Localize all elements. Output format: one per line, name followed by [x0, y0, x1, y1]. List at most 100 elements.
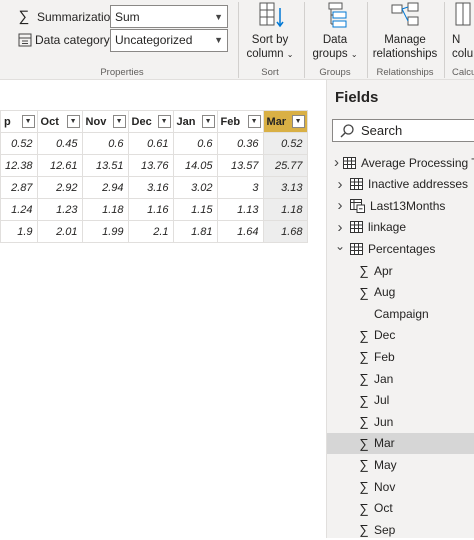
chevron-right-icon[interactable]: ›	[334, 219, 346, 236]
table-cell[interactable]: 2.01	[36, 220, 83, 243]
table-cell[interactable]: 1.15	[172, 198, 218, 221]
field-item-apr[interactable]: ∑ Apr	[327, 260, 474, 281]
table-icon	[350, 221, 363, 234]
sigma-icon: ∑	[359, 457, 369, 473]
table-cell[interactable]: 0.6	[172, 132, 218, 155]
sort-by-column-label-1: Sort by	[251, 34, 289, 46]
table-cell[interactable]: 3.13	[262, 176, 308, 199]
column-header-sep[interactable]: p ▼	[0, 110, 38, 133]
column-header-oct[interactable]: Oct ▼	[36, 110, 83, 133]
table-cell[interactable]: 2.92	[36, 176, 83, 199]
table-row: 0.52 0.45 0.6 0.61 0.6 0.36 0.52	[0, 132, 308, 155]
field-table-last13months[interactable]: › Last13Months	[327, 195, 474, 216]
filter-dropdown-icon[interactable]: ▼	[247, 115, 261, 128]
fields-search-input[interactable]: Search	[332, 119, 474, 142]
table-cell[interactable]: 1.18	[262, 198, 308, 221]
table-cell[interactable]: 1.81	[172, 220, 218, 243]
field-item-mar[interactable]: ∑ Mar	[327, 432, 474, 454]
table-row: 1.24 1.23 1.18 1.16 1.15 1.13 1.18	[0, 198, 308, 221]
table-cell[interactable]: 2.94	[81, 176, 129, 199]
sigma-icon: ∑	[18, 8, 30, 25]
column-header-nov[interactable]: Nov ▼	[81, 110, 129, 133]
table-cell[interactable]: 14.05	[172, 154, 218, 177]
field-table-linkage[interactable]: › linkage	[327, 217, 474, 238]
table-cell[interactable]: 13.51	[81, 154, 129, 177]
table-cell[interactable]: 1.16	[127, 198, 174, 221]
group-label-relationships: Relationships	[376, 67, 434, 78]
table-cell[interactable]: 0.52	[0, 132, 38, 155]
field-item-label: Nov	[374, 479, 396, 494]
table-cell[interactable]: 3.16	[127, 176, 174, 199]
chevron-right-icon[interactable]: ›	[334, 197, 346, 214]
table-cell[interactable]: 13.76	[127, 154, 174, 177]
filter-dropdown-icon[interactable]: ▼	[201, 115, 215, 128]
table-cell[interactable]: 12.61	[36, 154, 83, 177]
column-header-jan[interactable]: Jan ▼	[172, 110, 218, 133]
table-cell[interactable]: 1.13	[216, 198, 264, 221]
field-item-label: Apr	[374, 263, 393, 278]
field-item-oct[interactable]: ∑ Oct	[327, 498, 474, 519]
field-table-inactive-addresses[interactable]: › Inactive addresses	[327, 174, 474, 195]
field-item-label: May	[374, 457, 397, 472]
field-table-average-processing-tim[interactable]: › Average Processing Tim	[327, 152, 474, 173]
field-item-aug[interactable]: ∑ Aug	[327, 282, 474, 303]
column-header-feb[interactable]: Feb ▼	[216, 110, 264, 133]
field-item-jul[interactable]: ∑ Jul	[327, 390, 474, 411]
table-cell[interactable]: 0.61	[127, 132, 174, 155]
table-cell[interactable]: 25.77	[262, 154, 308, 177]
field-table-percentages[interactable]: ⌄ Percentages	[327, 238, 474, 259]
field-item-feb[interactable]: ∑ Feb	[327, 346, 474, 367]
chevron-down-icon[interactable]: ⌄	[334, 239, 346, 253]
ribbon-divider	[304, 2, 305, 78]
table-cell[interactable]: 1.68	[262, 220, 308, 243]
column-header-dec[interactable]: Dec ▼	[127, 110, 174, 133]
field-item-label: Sep	[374, 522, 396, 537]
field-item-dec[interactable]: ∑ Dec	[327, 325, 474, 346]
table-cell[interactable]: 1.99	[81, 220, 129, 243]
table-cell[interactable]: 1.9	[0, 220, 38, 243]
table-cell[interactable]: 0.6	[81, 132, 129, 155]
field-item-jan[interactable]: ∑ Jan	[327, 368, 474, 389]
table-cell[interactable]: 12.38	[0, 154, 38, 177]
table-cell[interactable]: 3	[216, 176, 264, 199]
table-cell[interactable]: 3.02	[172, 176, 218, 199]
new-column-button[interactable]: N colu	[452, 0, 474, 61]
table-cell[interactable]: 13.57	[216, 154, 264, 177]
table-row: 12.38 12.61 13.51 13.76 14.05 13.57 25.7…	[0, 154, 308, 177]
field-table-label: Average Processing Tim	[361, 155, 474, 170]
chevron-right-icon[interactable]: ›	[334, 154, 339, 171]
table-header-row: p ▼ Oct ▼ Nov ▼ Dec ▼ Jan ▼ Feb ▼ Mar ▼	[0, 110, 308, 133]
data-groups-button[interactable]: Data groups ⌄	[308, 0, 362, 62]
field-item-campaign[interactable]: Campaign	[327, 303, 474, 324]
table-cell[interactable]: 1.64	[216, 220, 264, 243]
field-item-may[interactable]: ∑ May	[327, 454, 474, 475]
field-item-nov[interactable]: ∑ Nov	[327, 476, 474, 497]
chevron-down-icon: ⌄	[350, 50, 358, 59]
sort-by-column-label-2-wrap: column ⌄	[247, 47, 294, 62]
manage-relationships-button[interactable]: Manage relationships	[370, 0, 440, 61]
table-cell[interactable]: 1.24	[0, 198, 38, 221]
table-cell[interactable]: 2.1	[127, 220, 174, 243]
filter-dropdown-icon[interactable]: ▼	[112, 115, 126, 128]
field-item-jun[interactable]: ∑ Jun	[327, 411, 474, 432]
sort-by-column-button[interactable]: Sort by column ⌄	[244, 0, 296, 62]
chevron-right-icon[interactable]: ›	[334, 176, 346, 193]
table-cell[interactable]: 0.52	[262, 132, 308, 155]
column-header-mar[interactable]: Mar ▼	[262, 110, 308, 133]
data-category-dropdown[interactable]: Uncategorized ▼	[110, 28, 228, 52]
manage-relationships-label-1: Manage	[384, 34, 426, 46]
filter-dropdown-icon[interactable]: ▼	[291, 115, 305, 128]
table-cell[interactable]: 0.36	[216, 132, 264, 155]
filter-dropdown-icon[interactable]: ▼	[21, 115, 35, 128]
summarization-dropdown[interactable]: Sum ▼	[110, 5, 228, 28]
filter-dropdown-icon[interactable]: ▼	[66, 115, 80, 128]
data-groups-label-2-wrap: groups ⌄	[312, 47, 357, 62]
table-cell[interactable]: 2.87	[0, 176, 38, 199]
ribbon-divider	[238, 2, 239, 78]
table-cell[interactable]: 0.45	[36, 132, 83, 155]
group-label-sort: Sort	[261, 67, 279, 78]
table-cell[interactable]: 1.23	[36, 198, 83, 221]
filter-dropdown-icon[interactable]: ▼	[157, 115, 171, 128]
table-cell[interactable]: 1.18	[81, 198, 129, 221]
field-item-sep[interactable]: ∑ Sep	[327, 519, 474, 540]
